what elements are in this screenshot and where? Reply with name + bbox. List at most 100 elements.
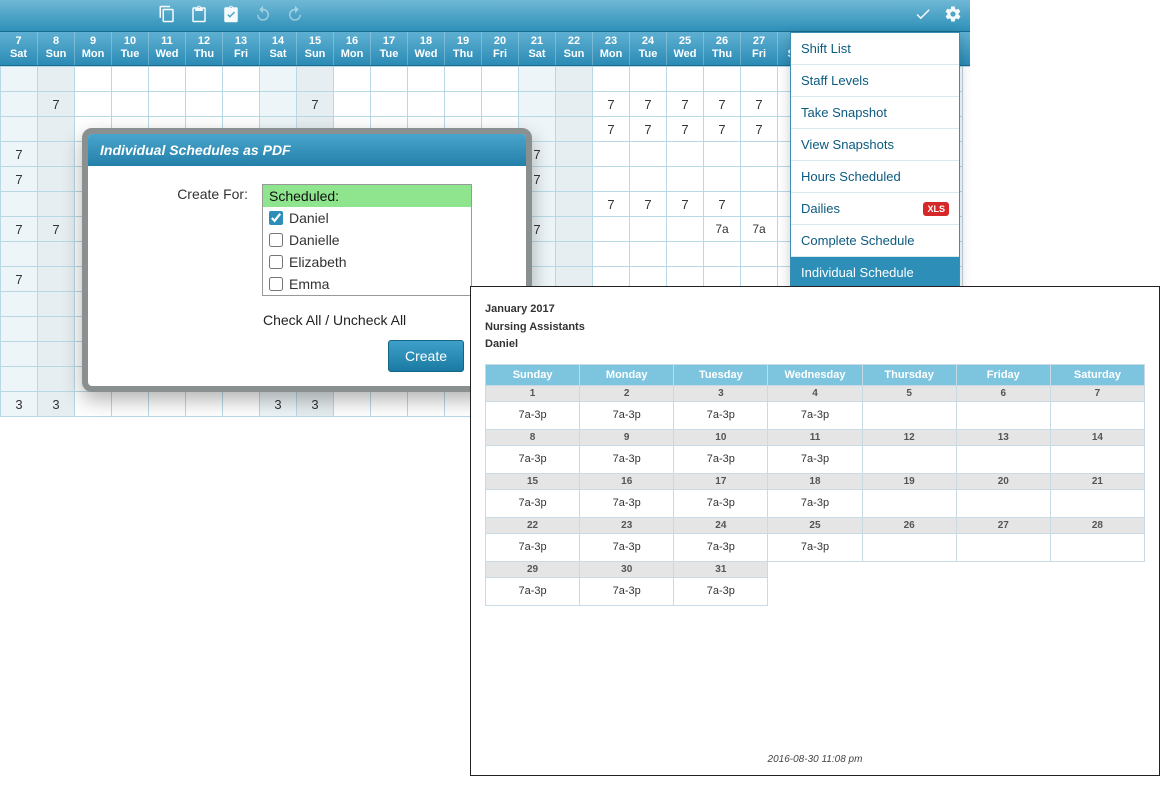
- date-col[interactable]: 17Tue: [370, 32, 407, 65]
- grid-cell[interactable]: [667, 142, 704, 167]
- grid-cell[interactable]: [704, 242, 741, 267]
- clipboard-check-icon[interactable]: [222, 5, 240, 26]
- grid-cell[interactable]: [667, 167, 704, 192]
- grid-cell[interactable]: [38, 117, 75, 142]
- date-col[interactable]: 12Thu: [185, 32, 222, 65]
- grid-cell[interactable]: [38, 342, 75, 367]
- grid-cell[interactable]: [593, 217, 630, 242]
- grid-cell[interactable]: 7: [38, 92, 75, 117]
- grid-cell[interactable]: [667, 67, 704, 92]
- grid-cell[interactable]: [223, 67, 260, 92]
- grid-cell[interactable]: [223, 92, 260, 117]
- grid-cell[interactable]: [186, 92, 223, 117]
- check-icon[interactable]: [914, 5, 932, 26]
- grid-cell[interactable]: 7: [704, 192, 741, 217]
- grid-cell[interactable]: [371, 67, 408, 92]
- grid-cell[interactable]: [630, 142, 667, 167]
- date-col[interactable]: 9Mon: [74, 32, 111, 65]
- grid-cell[interactable]: [260, 67, 297, 92]
- settings-dropdown[interactable]: Shift ListStaff LevelsTake SnapshotView …: [790, 32, 960, 322]
- date-col[interactable]: 18Wed: [407, 32, 444, 65]
- date-col[interactable]: 16Mon: [333, 32, 370, 65]
- grid-cell[interactable]: [741, 167, 778, 192]
- grid-cell[interactable]: [630, 217, 667, 242]
- grid-cell[interactable]: [1, 117, 38, 142]
- grid-cell[interactable]: [741, 192, 778, 217]
- grid-cell[interactable]: [38, 317, 75, 342]
- grid-cell[interactable]: [482, 67, 519, 92]
- grid-cell[interactable]: 7: [1, 267, 38, 292]
- person-checkbox[interactable]: [269, 255, 283, 269]
- grid-cell[interactable]: [149, 92, 186, 117]
- dropdown-item[interactable]: View Snapshots: [791, 129, 959, 161]
- grid-cell[interactable]: 3: [1, 392, 38, 417]
- grid-cell[interactable]: [556, 142, 593, 167]
- grid-cell[interactable]: [408, 67, 445, 92]
- grid-cell[interactable]: [741, 142, 778, 167]
- grid-cell[interactable]: [75, 92, 112, 117]
- grid-cell[interactable]: [593, 67, 630, 92]
- grid-cell[interactable]: 7: [1, 142, 38, 167]
- grid-cell[interactable]: [334, 392, 371, 417]
- grid-cell[interactable]: 7: [667, 117, 704, 142]
- grid-cell[interactable]: [38, 292, 75, 317]
- grid-cell[interactable]: [556, 117, 593, 142]
- grid-cell[interactable]: 7a: [704, 217, 741, 242]
- grid-cell[interactable]: [1, 342, 38, 367]
- check-all-link[interactable]: Check All / Uncheck All: [88, 312, 526, 328]
- grid-cell[interactable]: [630, 67, 667, 92]
- paste-icon[interactable]: [190, 5, 208, 26]
- grid-cell[interactable]: [334, 67, 371, 92]
- grid-cell[interactable]: 3: [297, 392, 334, 417]
- date-col[interactable]: 11Wed: [148, 32, 185, 65]
- grid-cell[interactable]: [223, 392, 260, 417]
- grid-cell[interactable]: [371, 92, 408, 117]
- grid-cell[interactable]: [38, 267, 75, 292]
- grid-cell[interactable]: [1, 192, 38, 217]
- grid-cell[interactable]: [593, 142, 630, 167]
- date-col[interactable]: 26Thu: [703, 32, 740, 65]
- grid-cell[interactable]: [519, 67, 556, 92]
- date-col[interactable]: 13Fri: [222, 32, 259, 65]
- dropdown-item[interactable]: Staff Levels: [791, 65, 959, 97]
- grid-cell[interactable]: 3: [260, 392, 297, 417]
- grid-cell[interactable]: 7: [741, 117, 778, 142]
- grid-cell[interactable]: [38, 242, 75, 267]
- grid-cell[interactable]: [593, 167, 630, 192]
- grid-cell[interactable]: [667, 242, 704, 267]
- date-col[interactable]: 7Sat: [0, 32, 37, 65]
- grid-cell[interactable]: [519, 92, 556, 117]
- date-col[interactable]: 25Wed: [666, 32, 703, 65]
- grid-cell[interactable]: [186, 67, 223, 92]
- grid-cell[interactable]: [149, 392, 186, 417]
- grid-cell[interactable]: [556, 217, 593, 242]
- grid-cell[interactable]: [704, 142, 741, 167]
- grid-cell[interactable]: [1, 92, 38, 117]
- grid-cell[interactable]: [408, 392, 445, 417]
- grid-cell[interactable]: 3: [38, 392, 75, 417]
- person-option[interactable]: Emma: [263, 273, 471, 295]
- grid-cell[interactable]: 7: [704, 92, 741, 117]
- grid-cell[interactable]: [445, 67, 482, 92]
- grid-cell[interactable]: [112, 92, 149, 117]
- grid-cell[interactable]: [1, 367, 38, 392]
- person-option[interactable]: Danielle: [263, 229, 471, 251]
- grid-cell[interactable]: [408, 92, 445, 117]
- grid-cell[interactable]: [75, 392, 112, 417]
- grid-cell[interactable]: [1, 317, 38, 342]
- grid-cell[interactable]: [593, 242, 630, 267]
- grid-cell[interactable]: 7a: [741, 217, 778, 242]
- grid-cell[interactable]: [556, 67, 593, 92]
- dropdown-item[interactable]: Complete SchedulePDF: [791, 225, 959, 257]
- grid-cell[interactable]: [556, 242, 593, 267]
- grid-cell[interactable]: 7: [630, 192, 667, 217]
- grid-cell[interactable]: [112, 67, 149, 92]
- date-col[interactable]: 27Fri: [740, 32, 777, 65]
- grid-cell[interactable]: [667, 217, 704, 242]
- create-for-list[interactable]: Scheduled: Daniel Danielle Elizabeth Emm…: [262, 184, 472, 296]
- person-option[interactable]: Daniel: [263, 207, 471, 229]
- person-option[interactable]: Elizabeth: [263, 251, 471, 273]
- grid-cell[interactable]: [260, 92, 297, 117]
- dropdown-item[interactable]: Hours Scheduled: [791, 161, 959, 193]
- grid-cell[interactable]: [1, 292, 38, 317]
